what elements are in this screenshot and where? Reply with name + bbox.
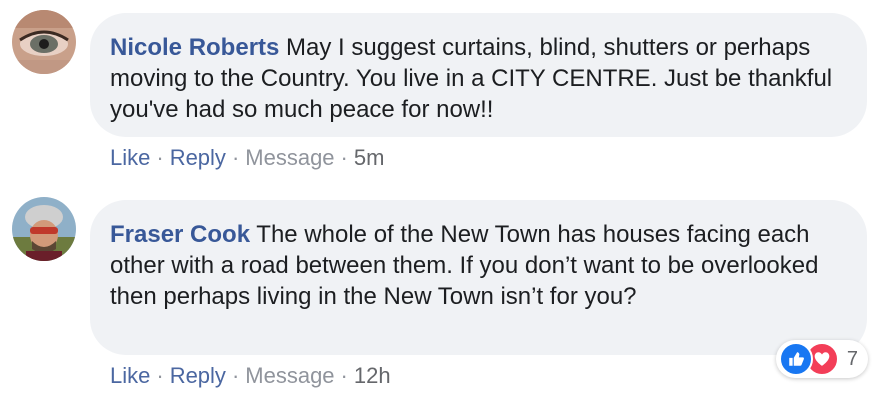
like-link[interactable]: Like bbox=[110, 363, 150, 388]
message-link[interactable]: Message bbox=[245, 145, 334, 170]
comment-actions: Like · Reply · Message · 12h bbox=[110, 363, 391, 389]
like-link[interactable]: Like bbox=[110, 145, 150, 170]
separator: · bbox=[340, 145, 348, 170]
separator: · bbox=[231, 363, 240, 388]
comment-author[interactable]: Nicole Roberts bbox=[110, 34, 279, 61]
avatar-fraser-cook[interactable] bbox=[12, 197, 76, 261]
reply-link[interactable]: Reply bbox=[170, 363, 226, 388]
separator: · bbox=[231, 145, 240, 170]
like-icon bbox=[778, 342, 813, 376]
avatar-image bbox=[12, 10, 76, 74]
message-link[interactable]: Message bbox=[245, 363, 334, 388]
reply-link[interactable]: Reply bbox=[170, 145, 226, 170]
separator: · bbox=[156, 363, 164, 388]
comment-bubble: Nicole Roberts May I suggest curtains, b… bbox=[90, 13, 867, 137]
reactions-summary[interactable]: 7 bbox=[775, 340, 868, 378]
comment-bubble: Fraser Cook The whole of the New Town ha… bbox=[90, 200, 867, 355]
comment-timestamp[interactable]: 12h bbox=[354, 363, 391, 388]
avatar-image bbox=[12, 197, 76, 261]
reaction-count: 7 bbox=[846, 347, 858, 370]
comment-timestamp[interactable]: 5m bbox=[354, 145, 385, 170]
separator: · bbox=[340, 363, 348, 388]
comment-actions: Like · Reply · Message · 5m bbox=[110, 145, 384, 171]
avatar-nicole-roberts[interactable] bbox=[12, 10, 76, 74]
separator: · bbox=[156, 145, 164, 170]
comment-author[interactable]: Fraser Cook bbox=[110, 221, 250, 248]
